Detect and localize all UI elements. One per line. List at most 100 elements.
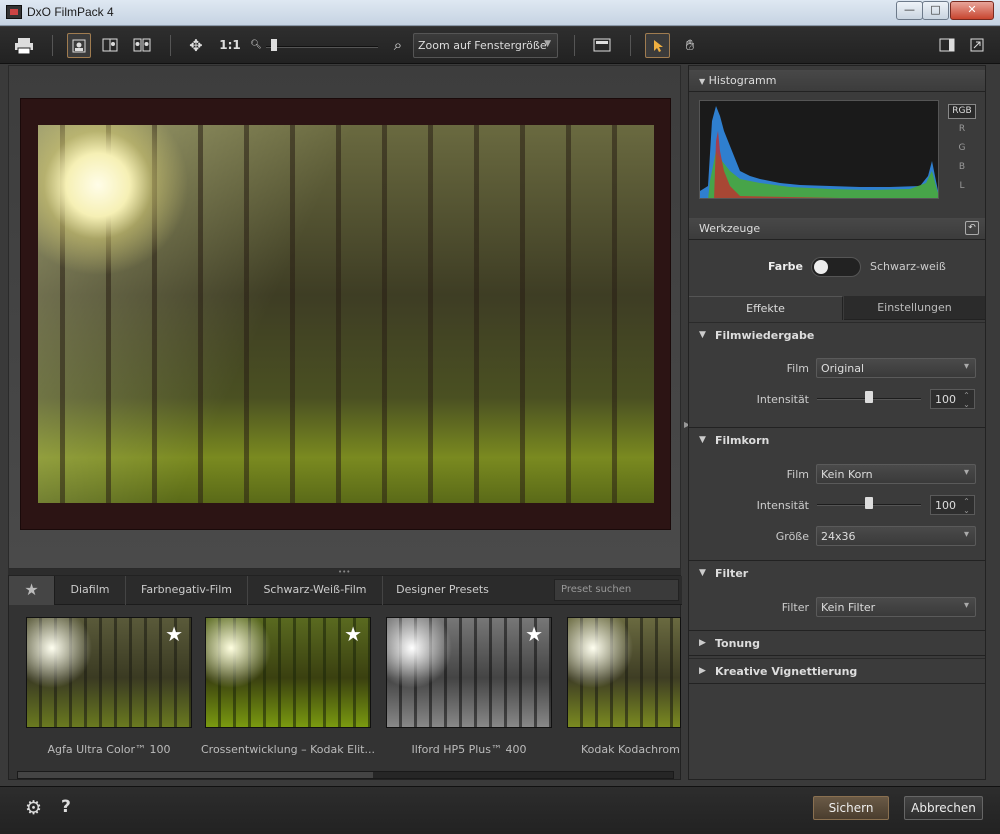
toolbar-separator (574, 35, 575, 56)
preset-thumbnail[interactable] (567, 617, 681, 728)
preset-drawer: ★ Diafilm Farbnegativ-Film Schwarz-Weiß-… (8, 575, 682, 780)
tab-einstellungen[interactable]: Einstellungen (844, 296, 985, 320)
channel-r[interactable]: R (948, 124, 976, 134)
color-mode-toggle-row: Farbe Schwarz-weiß (689, 243, 985, 283)
help-icon[interactable]: ? (61, 797, 71, 817)
tools-title: Werkzeuge (699, 222, 761, 235)
tab-diafilm[interactable]: Diafilm (55, 576, 126, 605)
grain-intensity-label: Intensität (756, 499, 809, 512)
intensity-slider[interactable] (817, 390, 921, 404)
zoom-mode-value: Zoom auf Fenstergröße (418, 39, 547, 52)
toolbar: ✥ 1:1 🔍︎ ⌕ Zoom auf Fenstergröße ▼ ✋︎ (0, 27, 1000, 64)
app-icon (6, 5, 22, 19)
tools-tabs: Effekte Einstellungen (689, 296, 985, 320)
preset-label: Agfa Ultra Color™ 100 (47, 743, 171, 756)
section-title: Filmkorn (715, 434, 770, 447)
preset-label: Ilford HP5 Plus™ 400 (411, 743, 527, 756)
collapsed-triangle-icon: ▶ (699, 666, 706, 676)
grain-film-label: Film (786, 468, 809, 481)
zoom-1-1-button[interactable]: 1:1 (216, 33, 244, 58)
color-mode-toggle[interactable] (811, 257, 861, 277)
favorites-star-icon[interactable]: ★ (9, 576, 55, 605)
print-icon[interactable] (12, 33, 36, 58)
zoom-slider[interactable] (266, 36, 378, 52)
section-vignette[interactable]: ▶ Kreative Vignettierung (689, 658, 985, 684)
channel-rgb[interactable]: RGB (948, 104, 976, 119)
slider-knob[interactable] (865, 497, 873, 509)
section-title: Filter (715, 567, 749, 580)
film-frame (20, 98, 671, 530)
minimize-button[interactable]: — (896, 1, 923, 20)
section-title: Kreative Vignettierung (715, 665, 858, 678)
tab-effekte[interactable]: Effekte (689, 296, 843, 320)
single-view-icon[interactable] (67, 33, 91, 58)
expanded-triangle-icon: ▼ (699, 435, 706, 445)
toolbar-separator (170, 35, 171, 56)
collapsed-triangle-icon: ▶ (699, 638, 706, 648)
tab-farbnegativ[interactable]: Farbnegativ-Film (126, 576, 248, 605)
reset-icon[interactable]: ↶ (965, 221, 979, 235)
chevron-down-icon: ▼ (544, 39, 551, 49)
toggle-label-color: Farbe (767, 260, 803, 273)
section-filmwiedergabe[interactable]: ▼ Filmwiedergabe (689, 322, 985, 348)
expanded-triangle-icon: ▼ (699, 330, 706, 340)
maximize-button[interactable]: □ (922, 1, 949, 20)
intensity-label: Intensität (756, 393, 809, 406)
panel-toggle-icon[interactable] (936, 33, 958, 58)
scrollbar-thumb[interactable] (18, 772, 373, 778)
settings-gear-icon[interactable]: ⚙ (25, 797, 42, 819)
grain-intensity-spinner[interactable]: 100 (930, 495, 975, 515)
pointer-icon[interactable] (645, 33, 670, 58)
grain-intensity-slider[interactable] (817, 496, 921, 510)
film-label: Film (786, 362, 809, 375)
filter-dropdown[interactable]: Kein Filter (816, 597, 976, 617)
side-by-side-icon[interactable] (130, 33, 154, 58)
preset-thumbnail[interactable]: ★ (205, 617, 371, 728)
intensity-spinner[interactable]: 100 (930, 389, 975, 409)
split-view-icon[interactable] (98, 33, 122, 58)
title-bar: DxO FilmPack 4 — □ ✕ (0, 0, 1000, 26)
channel-l[interactable]: L (948, 181, 976, 191)
tools-header: Werkzeuge ↶ (689, 218, 985, 240)
histogram (699, 100, 939, 199)
toggle-knob (814, 260, 828, 274)
zoom-slider-knob[interactable] (271, 39, 277, 51)
section-filmkorn[interactable]: ▼ Filmkorn (689, 427, 985, 453)
film-dropdown[interactable]: Original (816, 358, 976, 378)
histogram-header[interactable]: ▼ Histogramm (689, 70, 985, 92)
tab-schwarz-weiss[interactable]: Schwarz-Weiß-Film (248, 576, 383, 605)
photo-preview (38, 125, 654, 503)
filter-label: Filter (781, 601, 809, 614)
hand-icon[interactable]: ✋︎ (678, 33, 702, 58)
section-tonung[interactable]: ▶ Tonung (689, 630, 985, 656)
favorite-star-icon[interactable]: ★ (525, 624, 543, 644)
grain-size-dropdown[interactable]: 24x36 (816, 526, 976, 546)
preset-search-input[interactable]: Preset suchen (554, 579, 679, 601)
bottom-bar: ⚙ ? Sichern Abbrechen (0, 786, 1000, 834)
image-viewer[interactable] (8, 65, 681, 569)
before-after-icon[interactable] (590, 33, 614, 58)
grain-film-dropdown[interactable]: Kein Korn (816, 464, 976, 484)
section-filter[interactable]: ▼ Filter (689, 560, 985, 586)
favorite-star-icon[interactable]: ★ (165, 624, 183, 644)
toolbar-separator (630, 35, 631, 56)
zoom-out-icon[interactable]: 🔍︎ (250, 33, 262, 58)
channel-g[interactable]: G (948, 143, 976, 153)
horizontal-scrollbar[interactable] (17, 771, 674, 779)
preset-thumbnail[interactable]: ★ (26, 617, 192, 728)
zoom-mode-dropdown[interactable]: Zoom auf Fenstergröße ▼ (413, 33, 558, 58)
grain-size-label: Größe (775, 530, 809, 543)
zoom-in-icon[interactable]: ⌕ (388, 33, 408, 58)
cancel-button[interactable]: Abbrechen (904, 796, 983, 820)
tab-designer-presets[interactable]: Designer Presets (383, 576, 502, 605)
histogram-title: Histogramm (708, 74, 777, 87)
fullscreen-icon[interactable] (966, 33, 988, 58)
save-button[interactable]: Sichern (813, 796, 889, 820)
move-icon[interactable]: ✥ (184, 33, 208, 58)
preset-thumbnail[interactable]: ★ (386, 617, 552, 728)
channel-b[interactable]: B (948, 162, 976, 172)
favorite-star-icon[interactable]: ★ (344, 624, 362, 644)
close-button[interactable]: ✕ (950, 1, 994, 20)
collapse-triangle-icon: ▼ (699, 77, 706, 86)
slider-knob[interactable] (865, 391, 873, 403)
